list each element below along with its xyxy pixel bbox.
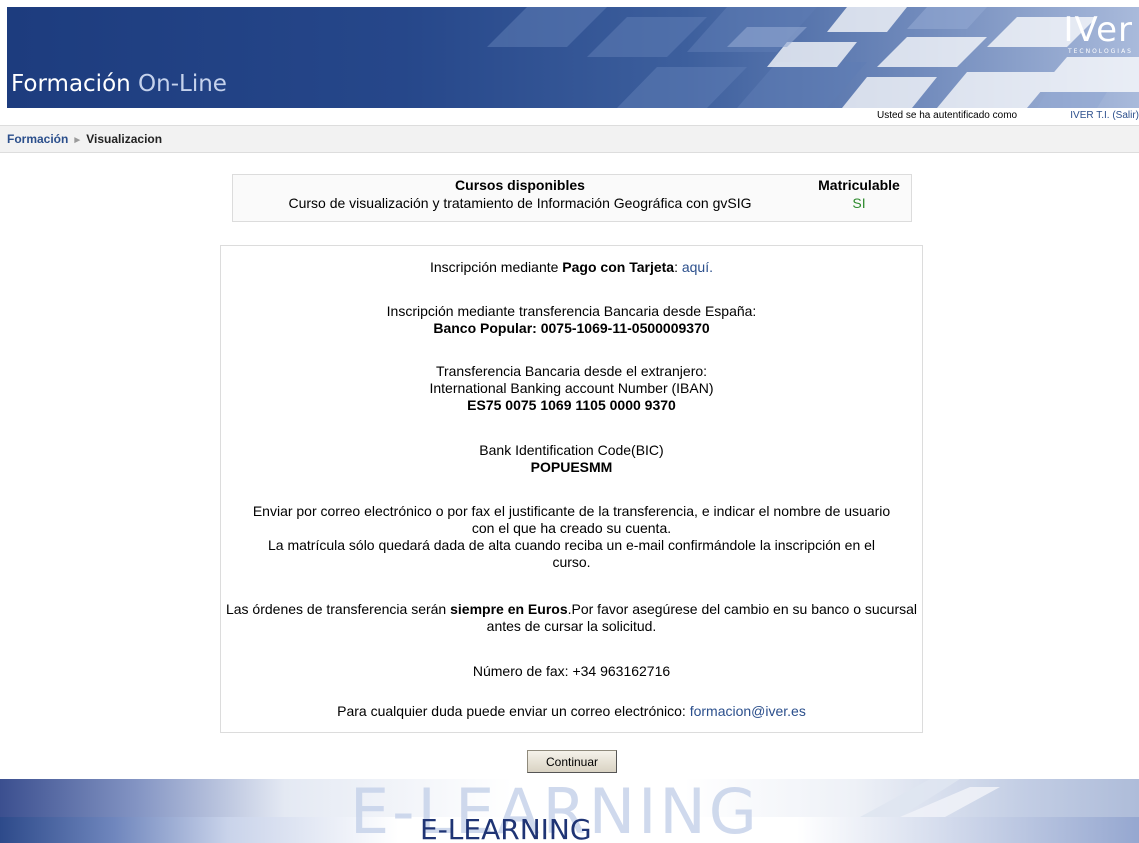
foreign-transfer-text: Transferencia Bancaria desde el extranje… — [435, 363, 708, 379]
logout-link[interactable]: (Salir) — [1112, 110, 1139, 121]
footer-label: E-LEARNING — [420, 813, 592, 843]
courses-table-box: Cursos disponibles Matriculable Curso de… — [232, 174, 912, 222]
card-payment-bold: Pago con Tarjeta — [562, 259, 675, 275]
payment-info-box: Inscripción mediante Pago con Tarjeta: a… — [220, 245, 923, 733]
breadcrumb-current: Visualizacion — [86, 132, 163, 146]
brand-logo: IVer TECNOLOGIAS — [1063, 13, 1133, 55]
enrolment-confirmation-text: La matrícula sólo quedará dada de alta c… — [267, 537, 876, 570]
proof-instructions: Enviar por correo electrónico o por fax … — [251, 503, 892, 571]
card-payment-link[interactable]: aquí. — [682, 259, 713, 275]
column-header-enrol: Matriculable — [818, 177, 900, 193]
spain-transfer-text: Inscripción mediante transferencia Banca… — [386, 303, 757, 319]
continue-button[interactable]: Continuar — [527, 750, 617, 773]
contact-line: Para cualquier duda puede enviar un corr… — [221, 703, 922, 720]
currency-notice: Las órdenes de transferencia serán siemp… — [221, 601, 922, 635]
breadcrumb-home-link[interactable]: Formación — [7, 132, 68, 146]
brand-logo-name: IVer — [1063, 10, 1133, 50]
bic-label: Bank Identification Code(BIC) — [479, 442, 664, 458]
proof-instructions-text: Enviar por correo electrónico o por fax … — [252, 503, 891, 536]
card-payment-prefix: Inscripción mediante — [430, 259, 563, 275]
navbar: Formación ► Visualizacion — [0, 125, 1139, 153]
currency-bold: siempre en Euros — [450, 601, 568, 617]
login-info: Usted se ha autentificado como IVER T.I.… — [7, 108, 1139, 124]
site-title: Formación On-Line — [11, 71, 227, 97]
bic-block: Bank Identification Code(BIC) POPUESMM — [221, 442, 922, 476]
breadcrumb: Formación ► Visualizacion — [7, 132, 162, 146]
login-status-text: Usted se ha autentificado como — [877, 110, 1018, 121]
courses-table: Cursos disponibles Matriculable Curso de… — [233, 175, 911, 212]
bic-value: POPUESMM — [530, 459, 613, 475]
contact-prefix: Para cualquier duda puede enviar un corr… — [337, 703, 690, 719]
spain-transfer-block: Inscripción mediante transferencia Banca… — [221, 303, 922, 337]
footer-banner: E-LEARNING E-LEARNING — [0, 779, 1139, 843]
spain-bank-account: Banco Popular: 0075-1069-11-0500009370 — [433, 320, 710, 336]
brand-logo-subtitle: TECNOLOGIAS — [1067, 48, 1133, 55]
course-name-cell: Curso de visualización y tratamiento de … — [288, 195, 752, 211]
table-row: Curso de visualización y tratamiento de … — [233, 194, 911, 212]
iban-value: ES75 0075 1069 1105 0000 9370 — [467, 397, 676, 413]
contact-email-link[interactable]: formacion@iver.es — [690, 703, 806, 719]
foreign-transfer-block: Transferencia Bancaria desde el extranje… — [221, 363, 922, 414]
site-title-light: On-Line — [138, 71, 227, 97]
card-payment-line: Inscripción mediante Pago con Tarjeta: a… — [221, 259, 922, 276]
breadcrumb-separator-icon: ► — [72, 135, 83, 146]
card-payment-colon: : — [674, 259, 682, 275]
site-header-banner: Formación On-Line IVer TECNOLOGIAS — [7, 7, 1139, 108]
fax-number: Número de fax: +34 963162716 — [472, 663, 671, 679]
courses-table-header-row: Cursos disponibles Matriculable — [233, 175, 911, 194]
currency-prefix: Las órdenes de transferencia serán — [225, 601, 451, 617]
enrol-status-cell: SI — [852, 195, 866, 211]
login-user-info: IVER T.I. (Salir) — [1070, 108, 1139, 124]
iban-label: International Banking account Number (IB… — [429, 380, 714, 396]
user-profile-link[interactable]: IVER T.I. — [1070, 110, 1109, 121]
column-header-course: Cursos disponibles — [455, 177, 585, 193]
site-title-main: Formación — [11, 71, 131, 97]
